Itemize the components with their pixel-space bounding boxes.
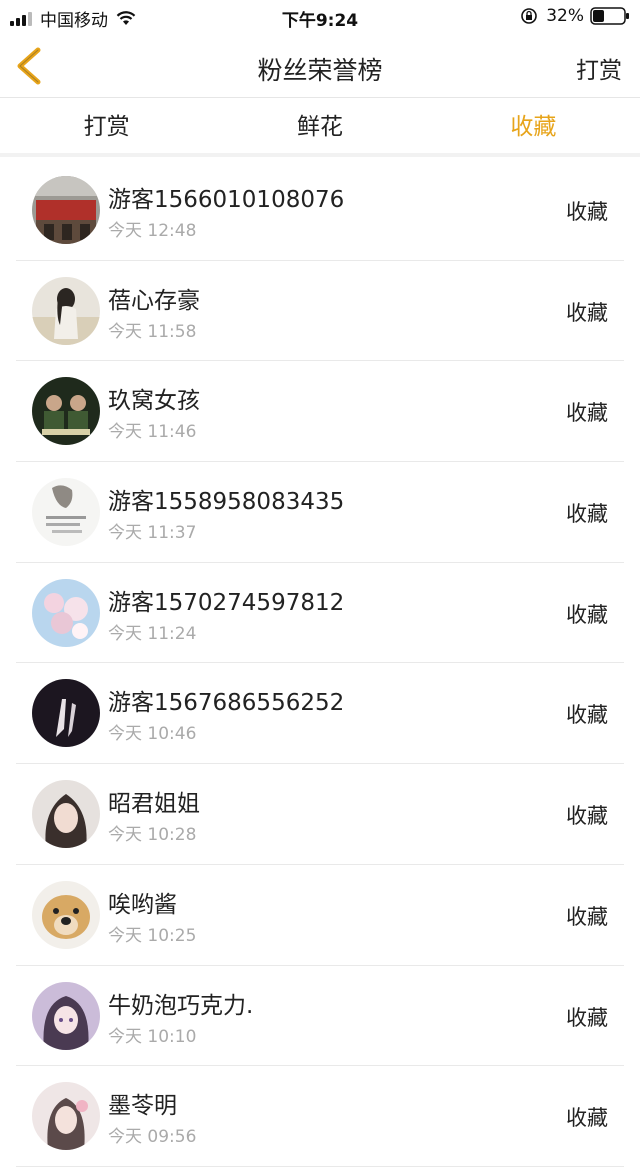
user-name: 墨苓明: [108, 1093, 177, 1120]
back-button[interactable]: [12, 44, 48, 88]
avatar: [32, 679, 100, 748]
user-name: 游客1570274597812: [108, 589, 345, 616]
list-item[interactable]: 游客1566010108076 今天 12:48 收藏: [16, 160, 624, 261]
tab-flowers[interactable]: 鲜花: [213, 99, 426, 153]
action-label: 收藏: [566, 703, 608, 728]
fan-list: 游客1566010108076 今天 12:48 收藏 蓓心存豪 今天 11:5…: [0, 160, 640, 1167]
user-name: 玖窝女孩: [108, 388, 200, 415]
list-item[interactable]: 游客1558958083435 今天 11:37 收藏: [16, 462, 624, 563]
user-name: 牛奶泡巧克力.: [108, 992, 254, 1019]
battery-icon: [590, 7, 629, 25]
action-label: 收藏: [566, 401, 608, 426]
chevron-left-icon: [17, 47, 41, 85]
avatar: [32, 780, 100, 849]
status-bar: 中国移动 下午9:24 32%: [0, 0, 640, 34]
action-label: 收藏: [566, 904, 608, 929]
action-label: 收藏: [566, 502, 608, 527]
user-time: 今天 10:46: [108, 724, 197, 745]
status-right: 32%: [520, 6, 630, 26]
user-time: 今天 12:48: [108, 221, 197, 241]
list-item[interactable]: 游客1570274597812 今天 11:24 收藏: [16, 563, 624, 664]
user-time: 今天 10:10: [108, 1026, 197, 1047]
list-item[interactable]: 游客1567686556252 今天 10:46 收藏: [16, 663, 624, 765]
tab-reward[interactable]: 打赏: [0, 99, 213, 153]
user-time: 今天 11:37: [108, 523, 197, 544]
avatar: [32, 880, 100, 949]
list-item[interactable]: 牛奶泡巧克力. 今天 10:10 收藏: [16, 966, 624, 1067]
avatar: [32, 1082, 100, 1151]
user-name: 游客1558958083435: [108, 489, 345, 516]
avatar: [32, 981, 100, 1050]
avatar: [32, 478, 100, 547]
user-name: 蓓心存豪: [108, 287, 200, 314]
avatar: [32, 276, 100, 345]
user-time: 今天 10:28: [108, 825, 197, 846]
nav-bar: 粉丝荣誉榜 打赏: [0, 34, 640, 98]
action-label: 收藏: [566, 1005, 608, 1030]
action-label: 收藏: [566, 804, 608, 829]
user-name: 游客1567686556252: [108, 690, 345, 717]
action-label: 收藏: [566, 200, 608, 224]
action-label: 收藏: [566, 1106, 608, 1131]
list-item[interactable]: 玖窝女孩 今天 11:46 收藏: [16, 361, 624, 463]
avatar: [32, 176, 100, 244]
user-time: 今天 11:46: [108, 422, 197, 443]
action-label: 收藏: [566, 300, 608, 325]
user-time: 今天 10:25: [108, 925, 197, 946]
reward-button[interactable]: 打赏: [576, 51, 622, 85]
user-time: 今天 11:58: [108, 321, 197, 342]
list-item[interactable]: 昭君姐姐 今天 10:28 收藏: [16, 764, 624, 865]
avatar: [32, 578, 100, 647]
list-item[interactable]: 墨苓明 今天 09:56 收藏: [16, 1066, 624, 1167]
user-name: 唉哟酱: [108, 891, 177, 918]
user-name: 昭君姐姐: [108, 791, 200, 818]
battery-percent: 32%: [546, 6, 584, 26]
tab-favorites[interactable]: 收藏: [427, 99, 640, 153]
tab-bar: 打赏 鲜花 收藏: [0, 99, 640, 157]
list-item[interactable]: 唉哟酱 今天 10:25 收藏: [16, 865, 624, 966]
list-item[interactable]: 蓓心存豪 今天 11:58 收藏: [16, 261, 624, 362]
avatar: [32, 377, 100, 446]
user-time: 今天 09:56: [108, 1127, 197, 1148]
page-title: 粉丝荣誉榜: [257, 56, 383, 85]
orientation-lock-icon: [521, 8, 538, 24]
user-name: 游客1566010108076: [108, 187, 345, 213]
user-time: 今天 11:24: [108, 623, 197, 644]
action-label: 收藏: [566, 602, 608, 627]
